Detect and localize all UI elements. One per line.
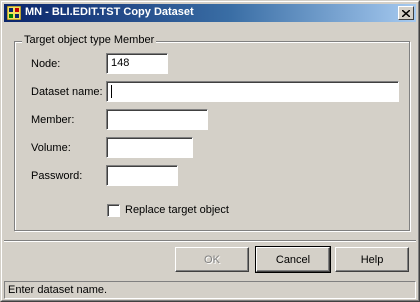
close-button[interactable]: [398, 6, 414, 20]
volume-field[interactable]: [106, 137, 193, 158]
password-label: Password:: [31, 170, 83, 182]
group-legend: Target object type Member: [22, 34, 157, 46]
button-separator: [4, 240, 416, 242]
member-label: Member:: [31, 114, 75, 126]
close-icon: [402, 9, 410, 17]
node-field[interactable]: 148: [106, 53, 168, 74]
help-button[interactable]: Help: [335, 247, 409, 272]
window-title: MN - BLI.EDIT.TST Copy Dataset: [25, 6, 194, 18]
password-field[interactable]: [106, 165, 178, 186]
ok-button[interactable]: OK: [175, 247, 249, 272]
text-caret: [111, 85, 112, 98]
replace-target-label[interactable]: Replace target object: [125, 204, 229, 216]
dataset-name-field[interactable]: [106, 81, 399, 102]
cancel-button[interactable]: Cancel: [255, 246, 331, 273]
copy-dataset-dialog: MN - BLI.EDIT.TST Copy Dataset Target ob…: [0, 0, 420, 302]
title-bar[interactable]: MN - BLI.EDIT.TST Copy Dataset: [4, 4, 416, 22]
status-bar: Enter dataset name.: [4, 281, 416, 299]
status-text: Enter dataset name.: [8, 284, 108, 296]
dataset-name-label: Dataset name:: [31, 86, 103, 98]
replace-target-checkbox[interactable]: [107, 204, 120, 217]
target-groupbox: [14, 41, 410, 231]
app-grid-icon: [7, 6, 21, 20]
node-label: Node:: [31, 58, 61, 70]
member-field[interactable]: [106, 109, 208, 130]
volume-label: Volume:: [31, 142, 71, 154]
